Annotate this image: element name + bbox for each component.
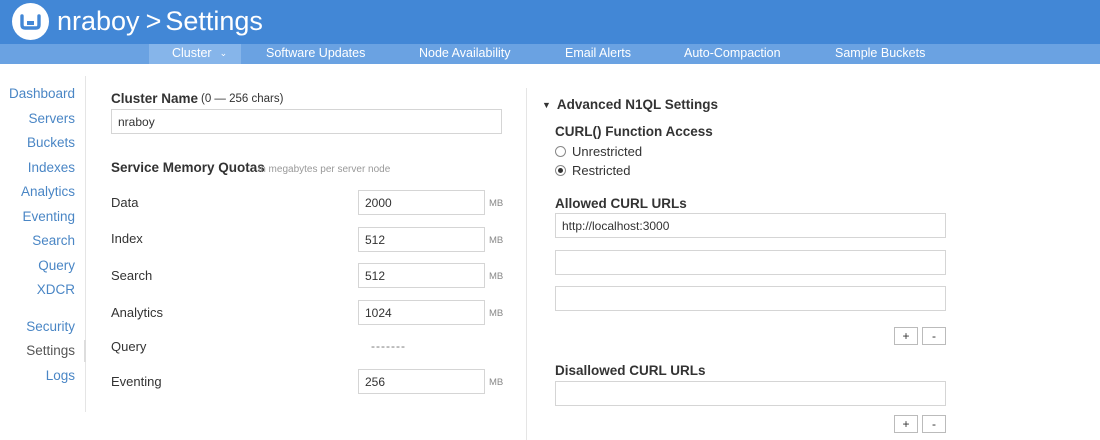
quota-data-input[interactable] <box>358 190 485 215</box>
quota-data-unit: MB <box>489 198 504 209</box>
memory-quotas-hint: in megabytes per server node <box>258 164 391 175</box>
quota-analytics-input[interactable] <box>358 300 485 325</box>
tab-sample-buckets[interactable]: Sample Buckets <box>835 44 925 64</box>
sidebar-item-analytics[interactable]: Analytics <box>21 184 75 199</box>
sidebar-item-indexes[interactable]: Indexes <box>28 160 75 175</box>
advanced-n1ql-title: Advanced N1QL Settings <box>556 97 718 112</box>
allowed-urls-label: Allowed CURL URLs <box>555 196 687 211</box>
breadcrumb-separator-icon: > <box>145 6 162 36</box>
quota-analytics-unit: MB <box>489 308 504 319</box>
sidebar-item-security[interactable]: Security <box>26 319 75 334</box>
add-disallowed-url-button[interactable]: + <box>894 415 918 433</box>
sidebar-item-servers[interactable]: Servers <box>28 111 75 126</box>
sidebar-item-settings[interactable]: Settings <box>26 340 86 362</box>
sidebar-item-buckets[interactable]: Buckets <box>27 135 75 150</box>
allowed-url-input-3[interactable] <box>555 286 946 311</box>
tab-auto-compaction[interactable]: Auto-Compaction <box>684 44 781 64</box>
cluster-name-hint: (0 — 256 chars) <box>201 93 284 105</box>
quota-search-input[interactable] <box>358 263 485 288</box>
quota-search-label: Search <box>111 268 153 283</box>
quota-data-label: Data <box>111 195 139 210</box>
tab-cluster[interactable]: Cluster ⌄ <box>149 44 241 64</box>
sidebar-item-dashboard[interactable]: Dashboard <box>9 86 75 101</box>
radio-unrestricted-label: Unrestricted <box>572 144 643 159</box>
quota-index-label: Index <box>111 231 143 246</box>
tab-node-availability[interactable]: Node Availability <box>419 44 511 64</box>
remove-allowed-url-button[interactable]: - <box>922 327 946 345</box>
remove-disallowed-url-button[interactable]: - <box>922 415 946 433</box>
app-header: nraboy > Settings <box>0 0 1100 44</box>
couchbase-logo-icon[interactable] <box>12 3 49 40</box>
quota-eventing-unit: MB <box>489 377 504 388</box>
sidebar-item-logs[interactable]: Logs <box>46 368 75 383</box>
sidebar-item-search[interactable]: Search <box>32 233 75 248</box>
tab-email-alerts[interactable]: Email Alerts <box>565 44 631 64</box>
disallowed-urls-label: Disallowed CURL URLs <box>555 363 706 378</box>
radio-restricted-icon[interactable] <box>555 165 566 176</box>
allowed-url-input-1[interactable] <box>555 213 946 238</box>
quota-index-unit: MB <box>489 235 504 246</box>
quota-index-input[interactable] <box>358 227 485 252</box>
quota-query-placeholder: ------- <box>371 339 406 353</box>
quota-query-label: Query <box>111 339 147 354</box>
curl-access-label: CURL() Function Access <box>555 124 713 139</box>
settings-subnav: Cluster ⌄ Software Updates Node Availabil… <box>0 44 1100 64</box>
page-title-text: Settings <box>165 6 263 36</box>
cluster-name-input[interactable] <box>111 109 502 134</box>
sidebar-item-xdcr[interactable]: XDCR <box>37 282 75 297</box>
radio-restricted-label: Restricted <box>572 163 631 178</box>
sidebar: Dashboard Servers Buckets Indexes Analyt… <box>0 76 86 412</box>
triangle-down-icon: ▼ <box>542 100 551 110</box>
add-allowed-url-button[interactable]: + <box>894 327 918 345</box>
curl-access-label-text: CURL() Function Access <box>555 124 713 139</box>
quota-eventing-input[interactable] <box>358 369 485 394</box>
page-title: nraboy > Settings <box>57 4 263 38</box>
chevron-down-icon: ⌄ <box>219 48 228 58</box>
quota-eventing-label: Eventing <box>111 374 162 389</box>
memory-quotas-title: Service Memory Quotas <box>111 160 265 175</box>
cluster-name-label: Cluster Name <box>111 91 199 106</box>
disallowed-url-input-1[interactable] <box>555 381 946 406</box>
advanced-n1ql-toggle[interactable]: ▼ Advanced N1QL Settings <box>542 97 718 112</box>
tab-software-updates[interactable]: Software Updates <box>266 44 365 64</box>
column-divider <box>526 88 527 440</box>
sidebar-item-query[interactable]: Query <box>38 258 75 273</box>
radio-unrestricted-icon[interactable] <box>555 146 566 157</box>
node-name: nraboy <box>57 6 140 36</box>
sidebar-item-eventing[interactable]: Eventing <box>22 209 75 224</box>
allowed-url-input-2[interactable] <box>555 250 946 275</box>
quota-search-unit: MB <box>489 271 504 282</box>
tab-cluster-label: Cluster <box>172 46 212 60</box>
quota-analytics-label: Analytics <box>111 305 164 320</box>
